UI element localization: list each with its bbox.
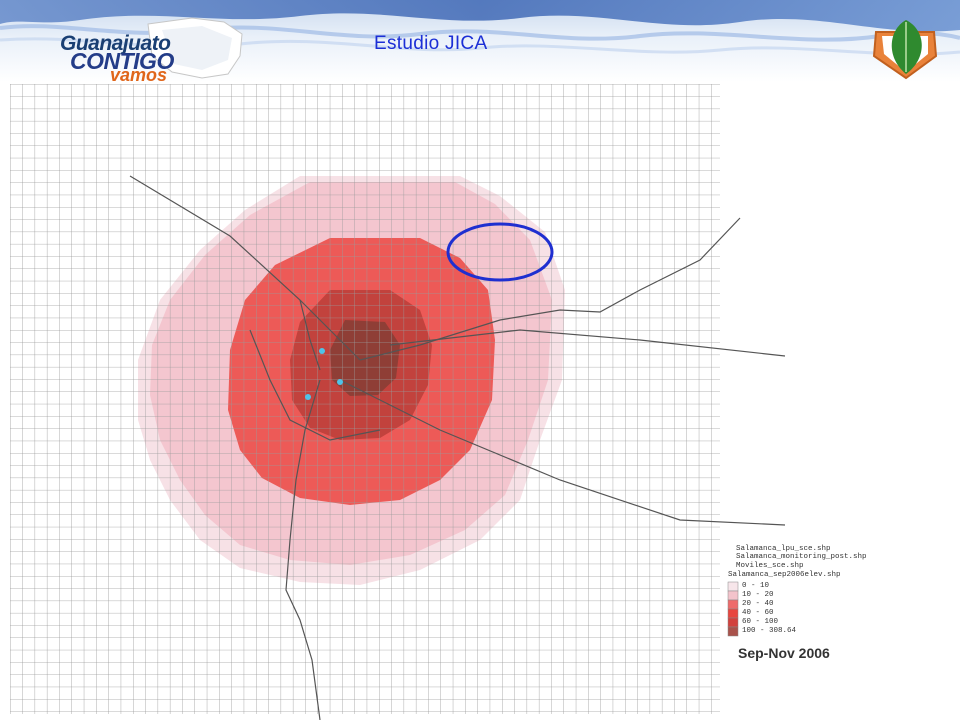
legend-class-label: 10 - 20: [742, 591, 774, 599]
legend-class-label: 0 - 10: [742, 582, 770, 590]
map-date-stamp: Sep-Nov 2006: [738, 645, 830, 661]
leaf-arrow-icon: [872, 20, 938, 80]
header-banner: Guanajuato CONTIGO vamos Estudio JICA: [0, 0, 960, 82]
legend-layer-label: Salamanca_sep2006elev.shp: [728, 571, 841, 579]
legend-layer-label: Salamanca_monitoring_post.shp: [736, 553, 867, 561]
legend-swatch: [727, 599, 739, 610]
legend-swatch: [727, 617, 739, 628]
map-legend-swatches: [727, 581, 739, 637]
legend-class-label: 20 - 40: [742, 600, 774, 608]
monitoring-post-marker: [319, 348, 325, 354]
legend-class-label: 40 - 60: [742, 609, 774, 617]
legend-class-label: 60 - 100: [742, 618, 779, 626]
map-grid: [10, 84, 720, 714]
legend-swatch: [727, 626, 739, 637]
pollution-grid-map: [10, 84, 786, 720]
legend-layer-label: Salamanca_lpu_sce.shp: [736, 545, 831, 553]
slide-title: Estudio JICA: [374, 33, 488, 54]
legend-swatch: [727, 581, 739, 592]
guanajuato-logo: Guanajuato CONTIGO vamos: [52, 16, 248, 82]
monitoring-post-marker: [337, 379, 343, 385]
legend-swatch: [727, 590, 739, 601]
logo-text-vamos: vamos: [110, 65, 168, 82]
legend-class-label: 100 - 308.64: [742, 627, 797, 635]
legend-layer-label: Moviles_sce.shp: [736, 562, 804, 570]
monitoring-post-marker: [305, 394, 311, 400]
legend-swatch: [727, 608, 739, 619]
